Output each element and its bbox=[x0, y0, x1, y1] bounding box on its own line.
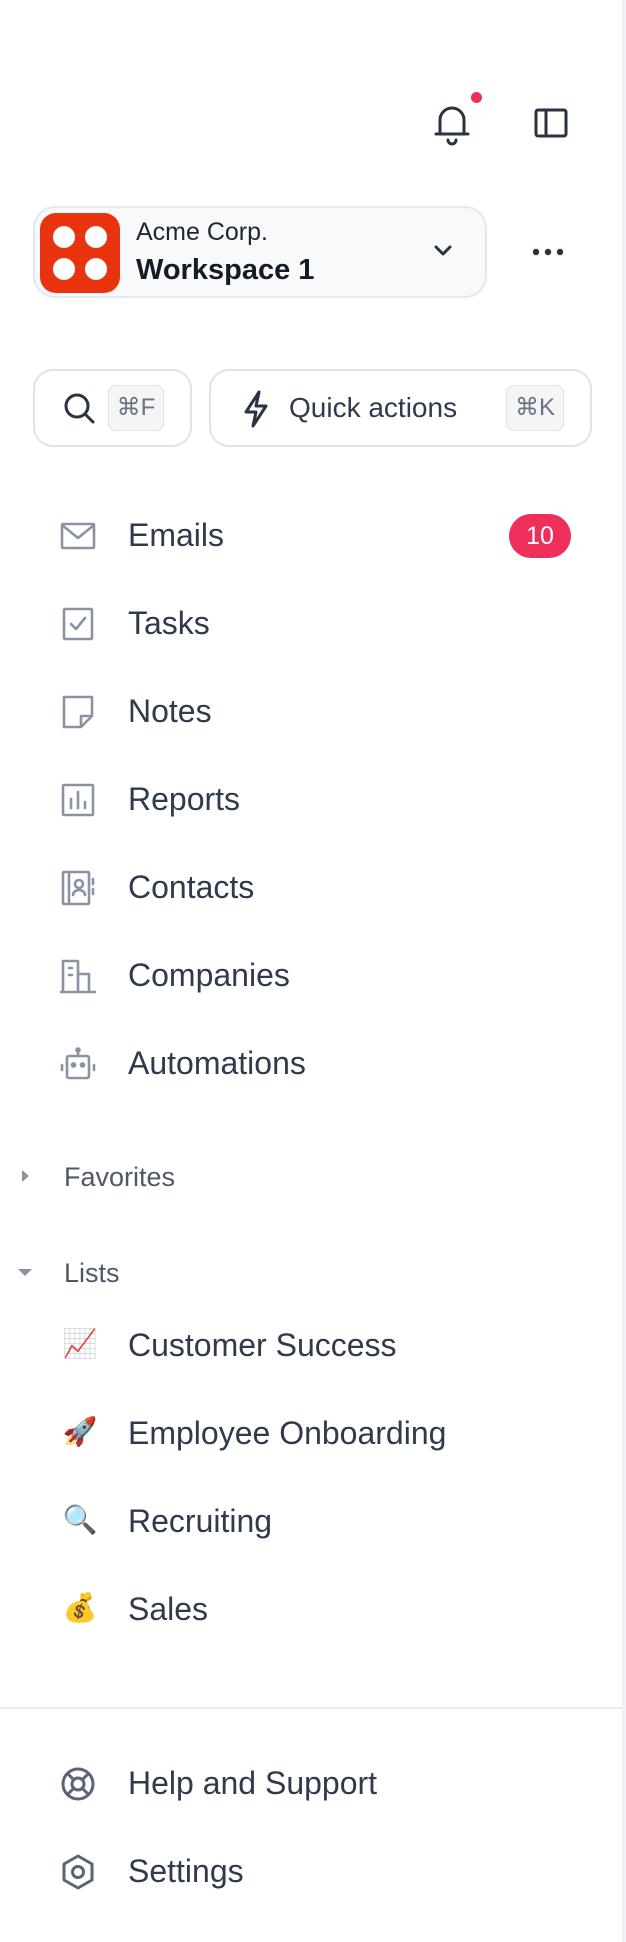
nav-item-notes[interactable]: Notes bbox=[50, 676, 580, 748]
settings-link[interactable]: Settings bbox=[50, 1836, 580, 1908]
footer-item-label: Settings bbox=[128, 1853, 244, 1889]
favorites-label: Favorites bbox=[64, 1162, 176, 1192]
nav-item-tasks[interactable]: Tasks bbox=[50, 588, 580, 660]
list-item-label: Sales bbox=[128, 1591, 209, 1627]
nav-item-label: Tasks bbox=[128, 605, 210, 641]
robot-icon bbox=[60, 1047, 96, 1080]
sidebar: Acme Corp. Workspace 1 ⌘F Quick actions … bbox=[0, 0, 626, 1942]
contacts-icon bbox=[61, 870, 95, 906]
nav-item-companies[interactable]: Companies bbox=[50, 940, 580, 1012]
checkbox-icon bbox=[62, 607, 94, 641]
nav-item-label: Notes bbox=[128, 693, 212, 729]
more-horizontal-icon[interactable] bbox=[529, 240, 567, 264]
nav-item-label: Emails bbox=[128, 517, 225, 553]
unread-badge: 10 bbox=[509, 514, 571, 558]
list-item-customer-success[interactable]: 📈 Customer Success bbox=[50, 1310, 580, 1382]
workspace-name: Workspace 1 bbox=[136, 254, 315, 286]
nav-item-reports[interactable]: Reports bbox=[50, 764, 580, 836]
quick-actions-shortcut: ⌘K bbox=[506, 385, 564, 431]
nav-item-contacts[interactable]: Contacts bbox=[50, 852, 580, 924]
chevron-down-icon[interactable] bbox=[432, 242, 454, 260]
nav-item-label: Contacts bbox=[128, 869, 255, 905]
notification-dot bbox=[471, 92, 482, 103]
list-item-sales[interactable]: 💰 Sales bbox=[50, 1574, 580, 1646]
magnifier-icon: 🔍 bbox=[62, 1504, 98, 1535]
list-item-label: Customer Success bbox=[128, 1327, 397, 1363]
help-and-support-link[interactable]: Help and Support bbox=[50, 1748, 580, 1820]
search-shortcut: ⌘F bbox=[108, 385, 164, 431]
nav-item-automations[interactable]: Automations bbox=[50, 1028, 580, 1100]
sidebar-resize-handle[interactable] bbox=[622, 0, 626, 1942]
search-icon bbox=[64, 393, 95, 424]
workspace-logo bbox=[40, 213, 120, 293]
list-item-recruiting[interactable]: 🔍 Recruiting bbox=[50, 1486, 580, 1558]
sidebar-toggle-icon[interactable] bbox=[534, 108, 568, 138]
lists-label: Lists bbox=[64, 1258, 120, 1288]
building-icon bbox=[60, 959, 96, 994]
chart-icon bbox=[61, 783, 95, 817]
lists-section-header[interactable]: Lists bbox=[10, 1248, 310, 1298]
quick-actions-label: Quick actions bbox=[289, 392, 458, 423]
lifebuoy-icon bbox=[61, 1767, 95, 1801]
settings-icon bbox=[62, 1854, 94, 1890]
favorites-section-header[interactable]: Favorites bbox=[10, 1152, 310, 1202]
mail-icon bbox=[60, 522, 96, 550]
nav-item-label: Companies bbox=[128, 957, 290, 993]
nav-item-label: Reports bbox=[128, 781, 241, 817]
note-icon bbox=[62, 695, 94, 729]
lightning-icon bbox=[244, 390, 268, 428]
bell-icon[interactable] bbox=[430, 100, 474, 146]
nav-item-emails[interactable]: Emails 10 bbox=[50, 500, 580, 572]
list-item-label: Employee Onboarding bbox=[128, 1415, 447, 1451]
caret-right-icon bbox=[22, 1170, 29, 1182]
rocket-icon: 🚀 bbox=[62, 1416, 98, 1447]
chart-increasing-icon: 📈 bbox=[62, 1328, 98, 1359]
workspace-company: Acme Corp. bbox=[136, 218, 268, 246]
caret-down-icon bbox=[18, 1269, 32, 1276]
nav-item-label: Automations bbox=[128, 1045, 306, 1081]
money-bag-icon: 💰 bbox=[62, 1592, 98, 1623]
list-item-label: Recruiting bbox=[128, 1503, 273, 1539]
footer-divider bbox=[0, 1707, 622, 1709]
list-item-employee-onboarding[interactable]: 🚀 Employee Onboarding bbox=[50, 1398, 580, 1470]
footer-item-label: Help and Support bbox=[128, 1765, 378, 1801]
